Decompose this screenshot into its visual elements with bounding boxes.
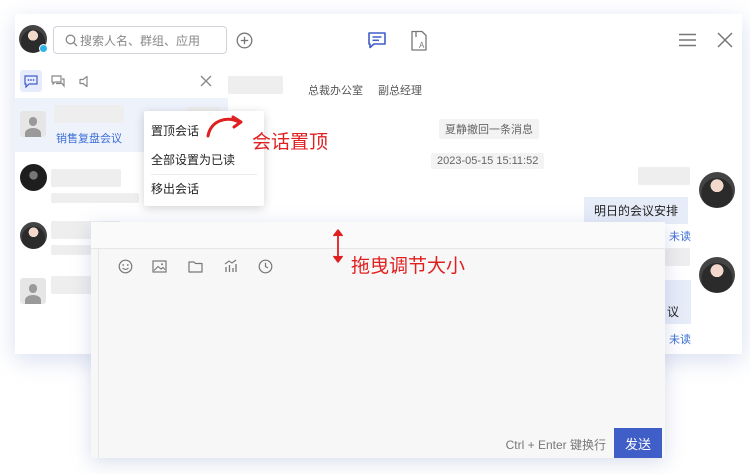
conversation-filter-tabs: [15, 66, 228, 96]
name-placeholder: [54, 105, 124, 123]
file-button[interactable]: [187, 258, 203, 274]
close-icon: [200, 75, 212, 87]
menu-item-remove[interactable]: 移出会话: [151, 180, 199, 197]
message-bubble[interactable]: 议: [665, 280, 691, 324]
close-icon: [717, 32, 733, 48]
tab-notices[interactable]: [74, 70, 96, 92]
emoji-icon: [118, 259, 132, 273]
avatar: [20, 278, 46, 304]
image-button[interactable]: [151, 258, 167, 274]
plus-circle-icon: [236, 32, 252, 48]
close-window-button[interactable]: [716, 31, 734, 49]
close-tabs-button[interactable]: [199, 74, 213, 88]
search-input[interactable]: 搜索人名、群组、应用: [53, 26, 227, 54]
resize-arrow-icon: [332, 229, 344, 263]
preview-placeholder: [51, 245, 91, 255]
svg-text:A: A: [419, 41, 425, 50]
menu-item-pin[interactable]: 置顶会话: [151, 122, 199, 139]
hamburger-icon: [678, 33, 696, 47]
tab-chats[interactable]: [20, 70, 42, 92]
message-text: 议: [667, 304, 680, 319]
sender-avatar: [699, 257, 735, 293]
top-bar: 搜索人名、群组、应用 A: [15, 14, 742, 66]
menu-button[interactable]: [678, 32, 696, 48]
search-icon: [65, 34, 78, 46]
avatar: [20, 164, 47, 191]
chat-position: 副总经理: [378, 85, 422, 97]
menu-divider: [151, 174, 257, 175]
pin-annotation: 会话置顶: [252, 132, 329, 153]
history-button[interactable]: [257, 258, 273, 274]
sender-avatar: [699, 172, 735, 208]
unread-status: 未读: [669, 334, 691, 346]
message-icon: [368, 32, 386, 49]
message-placeholder: [638, 167, 690, 185]
newline-hint: Ctrl + Enter 键换行: [505, 438, 606, 452]
contact-name-placeholder: [228, 76, 283, 94]
resize-handle[interactable]: [91, 222, 665, 248]
chat-department: 总裁办公室: [308, 85, 363, 97]
clock-icon: [258, 259, 272, 273]
search-placeholder: 搜索人名、群组、应用: [80, 33, 201, 48]
emoji-button[interactable]: [117, 258, 133, 274]
chat-group-icon: [50, 74, 65, 88]
online-status-badge: [39, 44, 48, 53]
add-button[interactable]: [235, 31, 253, 49]
conversation-title: 销售复盘会议: [56, 133, 122, 145]
resize-annotation: 拖曳调节大小: [351, 256, 466, 277]
panel-left-border: [98, 249, 99, 458]
send-button[interactable]: 发送: [614, 428, 662, 458]
chat-bubble-icon: [24, 74, 38, 88]
tab-groups[interactable]: [47, 70, 69, 92]
name-placeholder: [51, 169, 121, 187]
chart-button[interactable]: [222, 258, 238, 274]
preview-placeholder: [51, 193, 139, 203]
image-icon: [151, 259, 167, 273]
avatar: [20, 222, 47, 249]
folder-icon: [187, 260, 203, 273]
curved-arrow-icon: [206, 115, 243, 138]
message-timestamp: 2023-05-15 15:11:52: [431, 153, 545, 169]
message-placeholder: [665, 248, 690, 266]
message-text: 明日的会议安排: [594, 204, 679, 218]
contacts-nav-button[interactable]: A: [409, 30, 429, 52]
speaker-icon: [79, 75, 88, 87]
avatar: [20, 111, 46, 137]
message-bubble[interactable]: 明日的会议安排: [584, 197, 689, 224]
toolbar-divider: [91, 248, 665, 249]
messages-nav-button[interactable]: [367, 30, 387, 50]
recall-notice: 夏静撤回一条消息: [439, 119, 539, 139]
chart-icon: [224, 259, 237, 272]
unread-status: 未读: [669, 231, 691, 243]
menu-item-mark-all-read[interactable]: 全部设置为已读: [151, 151, 235, 168]
context-menu: 置顶会话 全部设置为已读 移出会话: [144, 111, 264, 206]
contacts-icon: A: [411, 30, 427, 51]
chat-header: 总裁办公室 副总经理: [228, 76, 742, 102]
